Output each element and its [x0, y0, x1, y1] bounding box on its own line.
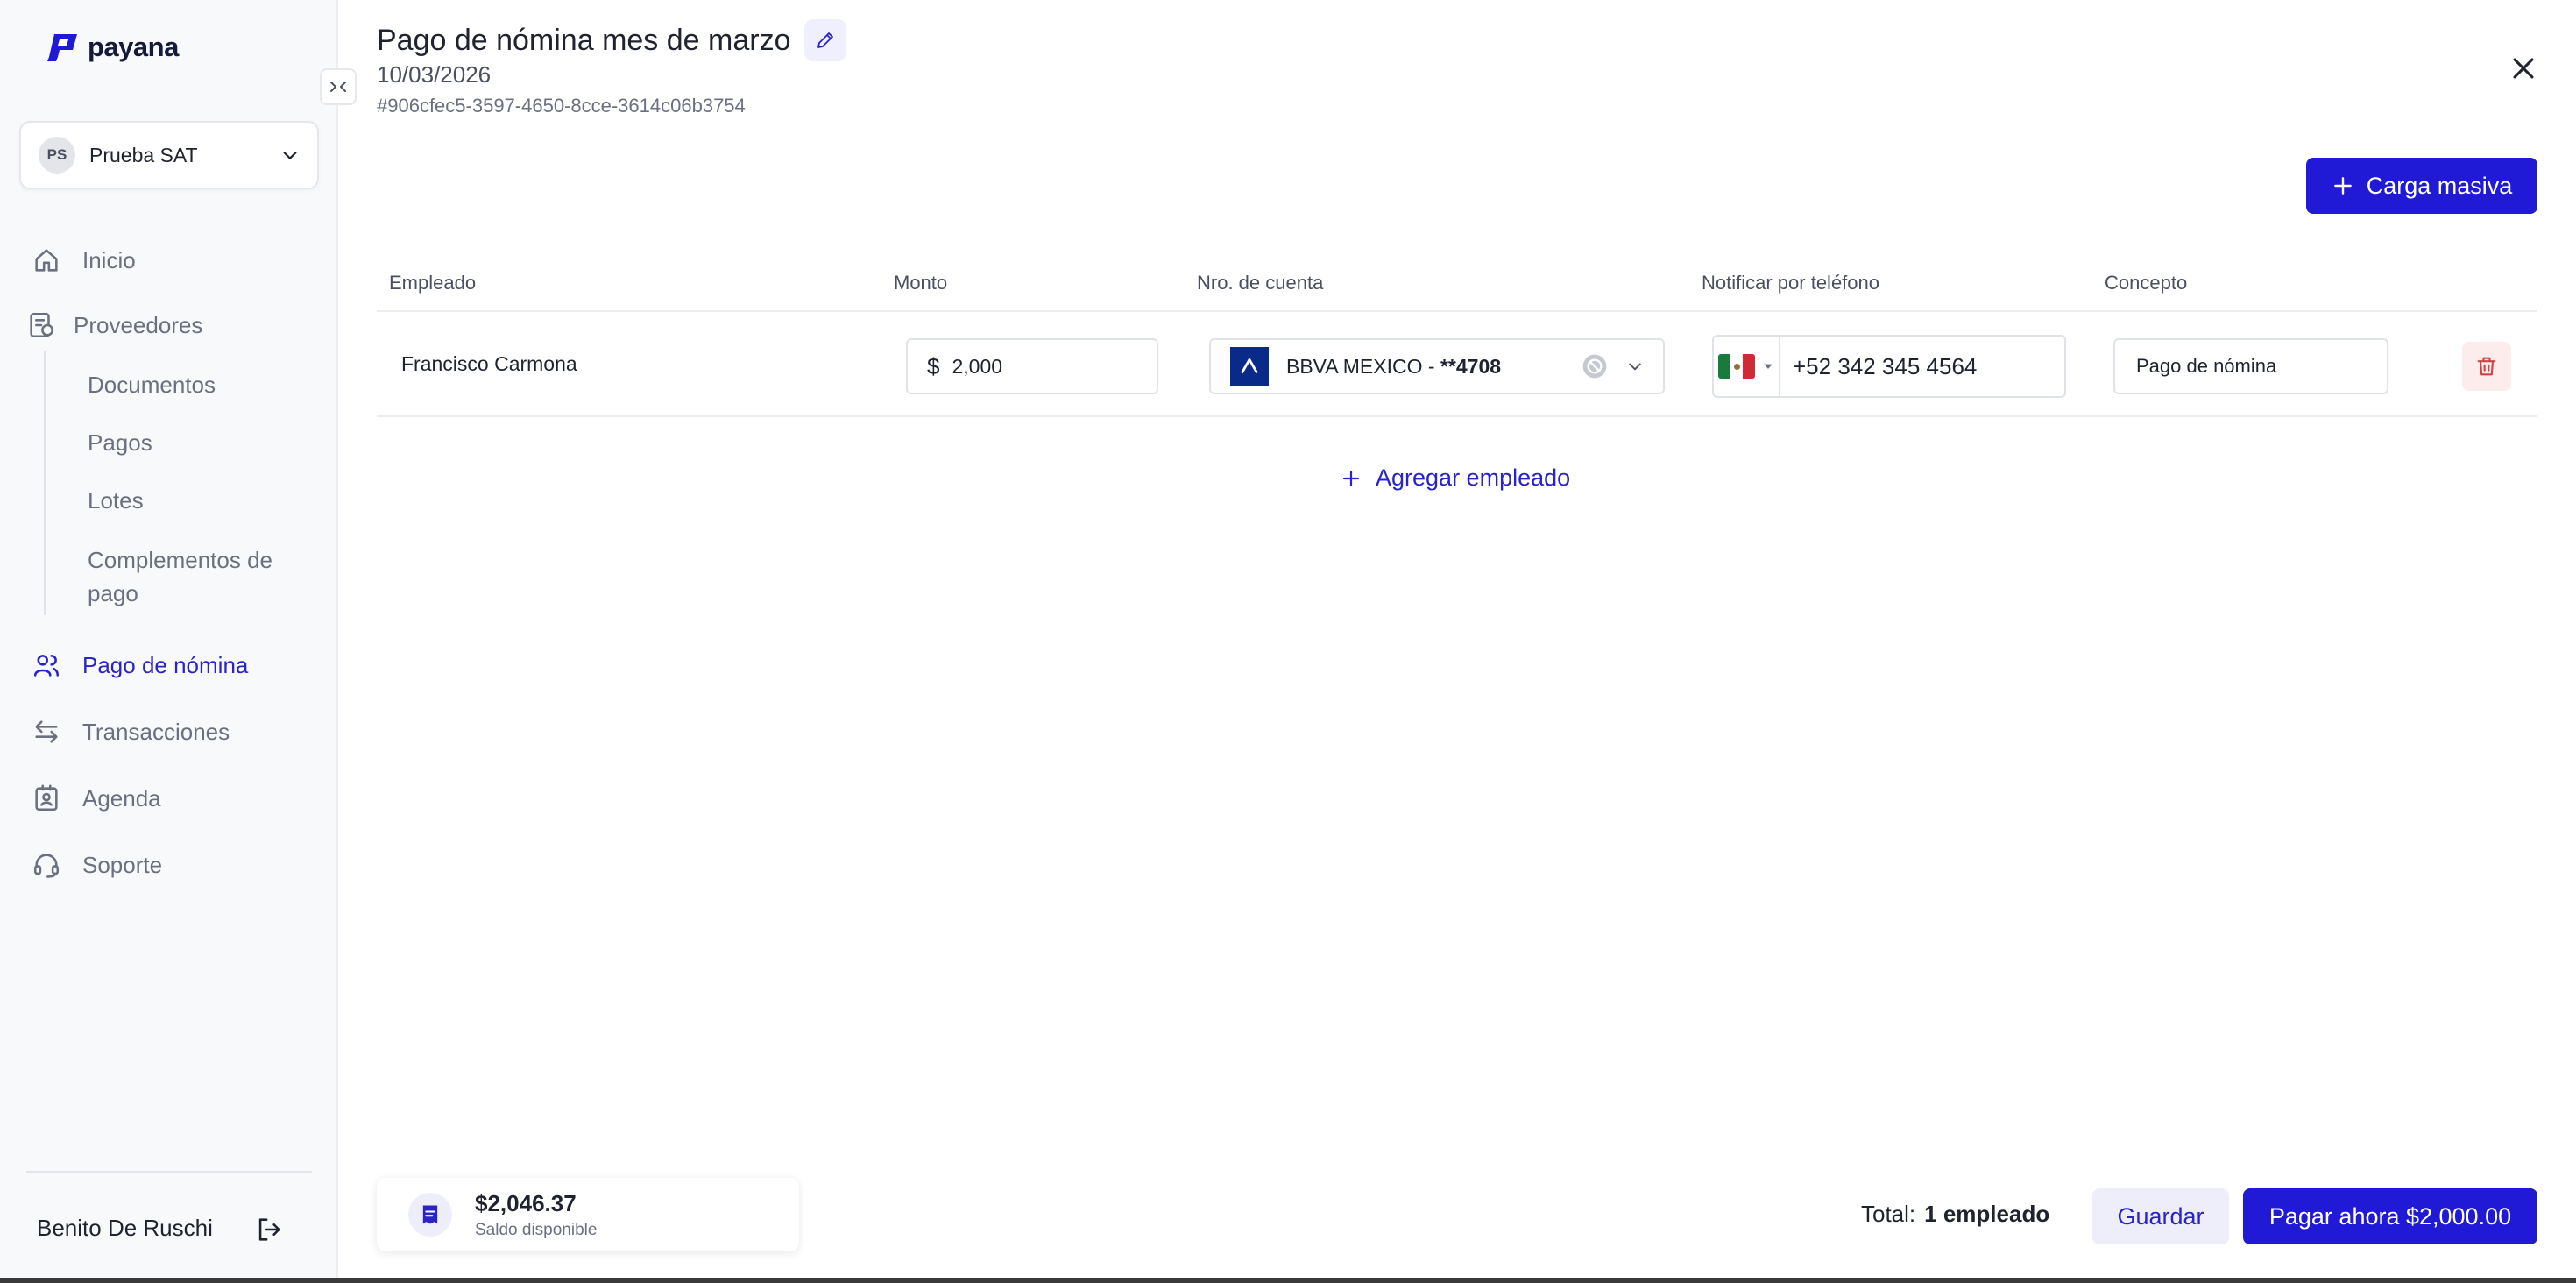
column-header-cuenta: Nro. de cuenta — [1197, 272, 1324, 294]
total-value: 1 empleado — [1924, 1201, 2050, 1227]
total-label: Total: — [1861, 1201, 1916, 1227]
amount-value: 2,000 — [952, 354, 1003, 378]
column-header-monto: Monto — [894, 272, 948, 294]
trash-icon — [2477, 357, 2496, 376]
logout-icon[interactable] — [254, 1215, 284, 1244]
column-header-empleado: Empleado — [389, 272, 477, 294]
close-button[interactable] — [2506, 51, 2541, 86]
employee-name: Francisco Carmona — [401, 352, 577, 375]
page-title: Pago de nómina mes de marzo — [377, 23, 791, 57]
home-icon — [35, 249, 58, 272]
receipt-icon — [408, 1193, 452, 1237]
nav-label-complementos-2: pago — [88, 580, 138, 606]
edit-title-button[interactable] — [804, 19, 847, 61]
nav-item-agenda[interactable]: Agenda — [32, 783, 161, 813]
nav-label-inicio: Inicio — [82, 246, 136, 273]
payroll-id: #906cfec5-3597-4650-8cce-3614c06b3754 — [377, 95, 746, 117]
logo[interactable]: payana — [46, 32, 179, 63]
concept-input[interactable]: Pago de nómina — [2113, 338, 2388, 394]
balance-text: $2,046.37 Saldo disponible — [475, 1190, 597, 1240]
nav-item-transacciones[interactable]: Transacciones — [32, 717, 230, 747]
nav-item-soporte[interactable]: Soporte — [32, 850, 162, 880]
main-panel: Pago de nómina mes de marzo 10/03/2026 #… — [340, 0, 2576, 1278]
nav-item-proveedores[interactable]: Proveedores — [26, 310, 202, 340]
nav-item-pagos[interactable]: Pagos — [88, 426, 152, 459]
chevron-down-icon — [283, 152, 297, 159]
table-row: Francisco Carmona $ 2,000 BBVA MEXICO - … — [377, 315, 2537, 417]
title-row: Pago de nómina mes de marzo — [377, 19, 847, 61]
chevron-down-icon — [1629, 363, 1641, 371]
pay-now-button[interactable]: Pagar ahora $2,000.00 — [2243, 1188, 2537, 1244]
add-employee-button[interactable]: Agregar empleado — [1341, 464, 1570, 492]
pencil-icon — [817, 32, 834, 48]
headset-icon — [33, 854, 60, 878]
mexico-flag-icon — [1718, 354, 1755, 379]
disabled-icon — [1582, 354, 1607, 379]
balance-amount: $2,046.37 — [475, 1189, 577, 1216]
column-header-telefono: Notificar por teléfono — [1702, 272, 1879, 294]
balance-card: $2,046.37 Saldo disponible — [377, 1178, 799, 1251]
nav-label-soporte: Soporte — [82, 851, 163, 878]
total-summary: Total: 1 empleado — [1861, 1201, 2049, 1228]
bank-name: BBVA MEXICO - — [1286, 354, 1440, 378]
payana-logo-icon — [47, 34, 77, 61]
company-name: Prueba SAT — [89, 143, 198, 167]
add-employee-label: Agregar empleado — [1376, 464, 1571, 491]
amount-input[interactable]: $ 2,000 — [906, 338, 1158, 394]
account-select[interactable]: BBVA MEXICO - **4708 — [1209, 338, 1665, 394]
users-icon — [33, 655, 60, 677]
account-label: BBVA MEXICO - **4708 — [1286, 355, 1563, 379]
phone-input-group: +52 342 345 4564 — [1712, 335, 2066, 398]
nav-item-inicio[interactable]: Inicio — [32, 245, 136, 275]
bulk-upload-button[interactable]: Carga masiva — [2306, 158, 2537, 214]
nav-label-complementos-1: Complementos de — [88, 547, 272, 573]
nav-item-lotes[interactable]: Lotes — [88, 484, 144, 517]
bulk-upload-label: Carga masiva — [2366, 172, 2513, 199]
bottom-edge — [0, 1278, 2576, 1283]
payroll-date: 10/03/2026 — [377, 61, 492, 88]
invoice-icon — [30, 312, 54, 338]
nav-label-pago-nomina: Pago de nómina — [82, 651, 249, 678]
user-name: Benito De Ruschi — [37, 1215, 213, 1241]
company-selector[interactable]: PS Prueba SAT — [19, 121, 319, 189]
nav-label-transacciones: Transacciones — [82, 718, 230, 745]
delete-row-button[interactable] — [2462, 342, 2511, 391]
caret-down-icon — [1764, 364, 1773, 369]
save-button[interactable]: Guardar — [2092, 1188, 2229, 1244]
phone-input[interactable]: +52 342 345 4564 — [1780, 337, 2064, 396]
bbva-logo-icon — [1230, 347, 1269, 386]
sidebar: payana PS Prueba SAT Inicio Proveedores … — [0, 0, 338, 1278]
nav-label-agenda: Agenda — [82, 784, 161, 812]
logo-text: payana — [88, 32, 179, 62]
nav-label-proveedores: Proveedores — [74, 311, 203, 338]
close-icon — [2513, 58, 2534, 79]
submenu-line — [44, 351, 46, 615]
currency-symbol: $ — [927, 352, 940, 379]
plus-icon — [2333, 177, 2352, 195]
plus-icon — [1342, 470, 1360, 486]
company-avatar: PS — [39, 137, 75, 174]
contacts-book-icon — [35, 784, 58, 812]
nav-item-documentos[interactable]: Documentos — [88, 368, 216, 401]
sidebar-divider — [26, 1171, 312, 1173]
nav-item-pago-nomina[interactable]: Pago de nómina — [32, 650, 248, 680]
balance-label: Saldo disponible — [475, 1220, 598, 1239]
transfer-arrows-icon — [35, 720, 58, 743]
account-number: **4708 — [1440, 354, 1502, 378]
table-header: Empleado Monto Nro. de cuenta Notificar … — [377, 259, 2537, 312]
country-code-select[interactable] — [1714, 337, 1780, 396]
column-header-concepto: Concepto — [2105, 272, 2188, 294]
nav-item-complementos[interactable]: Complementos de pago — [88, 543, 272, 610]
